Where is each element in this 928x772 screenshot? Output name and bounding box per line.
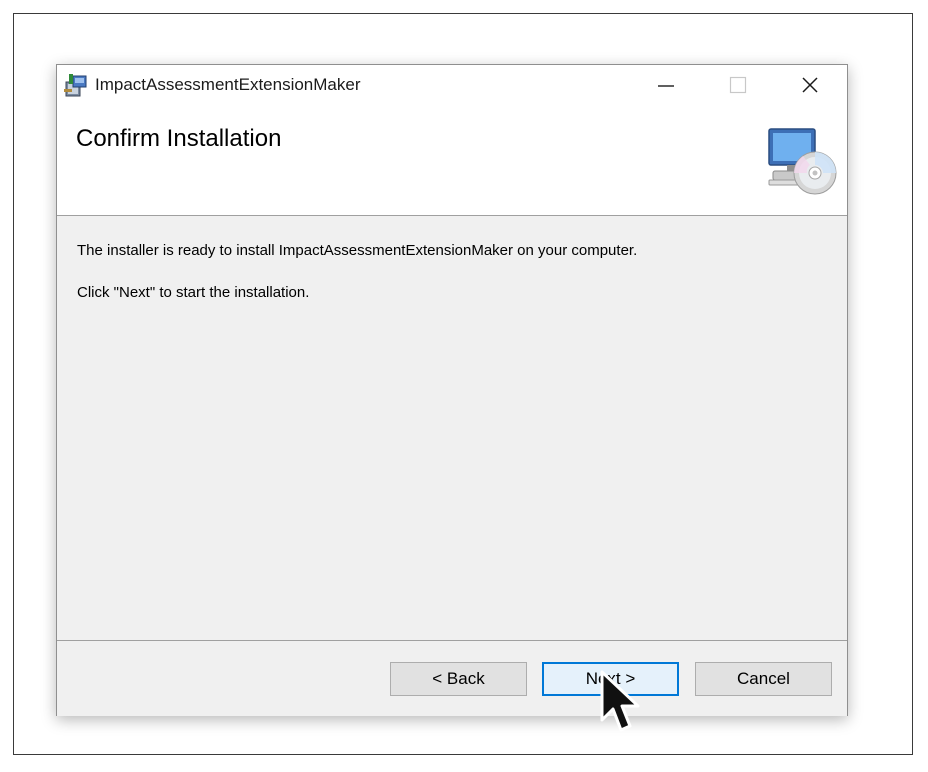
- maximize-button[interactable]: [715, 65, 761, 105]
- window-title: ImpactAssessmentExtensionMaker: [95, 75, 361, 94]
- minimize-button[interactable]: [643, 65, 689, 105]
- button-bar: < Back Next > Cancel: [57, 640, 847, 716]
- cancel-button[interactable]: Cancel: [695, 662, 832, 696]
- dialog-body: The installer is ready to install Impact…: [57, 216, 847, 640]
- maximize-icon: [729, 76, 747, 94]
- page-title: Confirm Installation: [76, 125, 282, 152]
- back-button[interactable]: < Back: [390, 662, 527, 696]
- close-icon: [802, 77, 818, 93]
- installer-dialog: ImpactAssessmentExtensionMaker Confirm I…: [56, 64, 848, 716]
- dialog-header: Confirm Installation: [57, 105, 847, 216]
- ready-message: The installer is ready to install Impact…: [77, 242, 638, 259]
- computer-cd-icon: [763, 125, 839, 201]
- installer-app-icon: [63, 73, 89, 99]
- mouse-pointer-icon: [599, 670, 643, 740]
- instruction-message: Click "Next" to start the installation.: [77, 284, 310, 301]
- close-button[interactable]: [787, 65, 833, 105]
- title-bar[interactable]: ImpactAssessmentExtensionMaker: [57, 65, 847, 105]
- minimize-icon: [658, 85, 674, 87]
